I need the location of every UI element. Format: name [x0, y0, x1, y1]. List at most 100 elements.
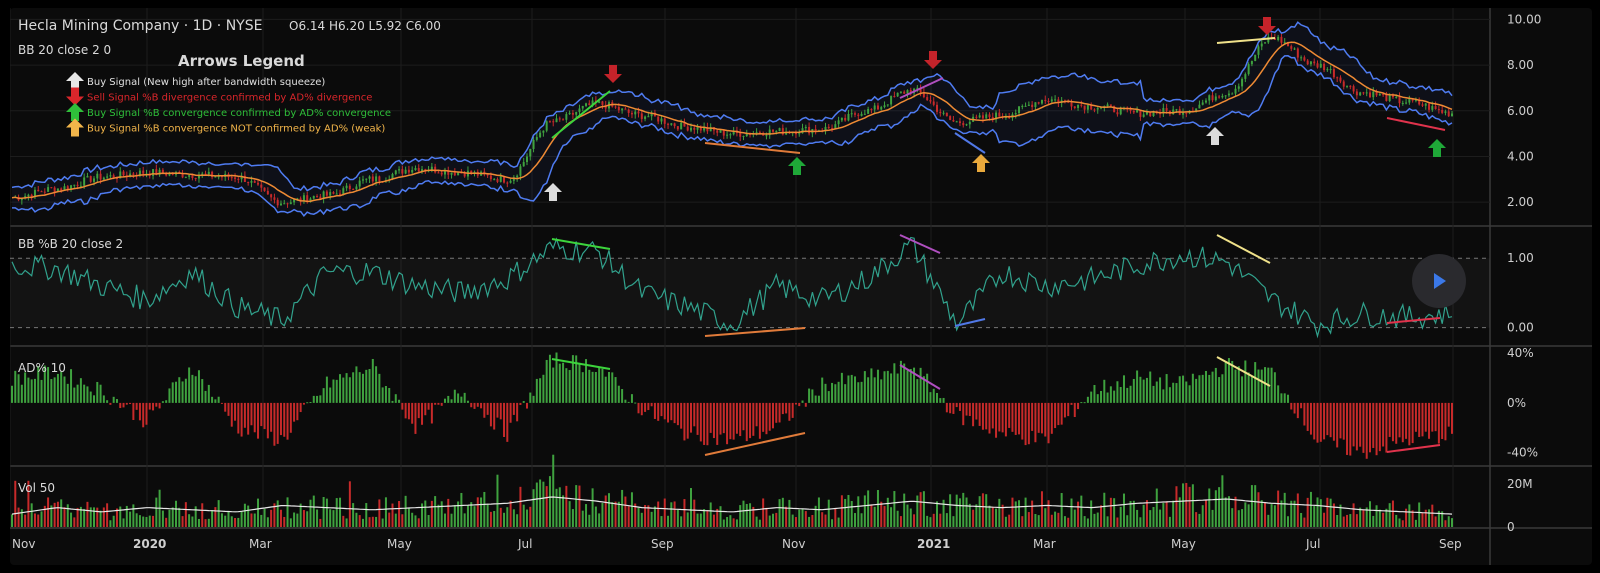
ad-bar: [135, 402, 138, 410]
volume-bar: [424, 500, 427, 527]
volume-bar: [1391, 500, 1394, 527]
ad-bar: [854, 376, 857, 403]
chart-canvas[interactable]: 10.00 8.00 6.00 4.00 2.00 Hecla Mining Compan…: [10, 8, 1592, 565]
ad-bar: [742, 402, 745, 431]
ad-bar: [1149, 371, 1152, 403]
ad-bar: [204, 390, 207, 403]
volume-bar: [745, 503, 748, 527]
price-candle-body: [506, 182, 509, 184]
volume-bar: [470, 502, 473, 527]
price-candle-body: [1329, 69, 1332, 71]
ad-bar: [634, 402, 637, 404]
price-candle-body: [876, 105, 879, 110]
volume-bar: [890, 507, 893, 527]
ad-bar: [207, 384, 210, 403]
ad-bar: [814, 395, 817, 403]
volume-bar: [876, 490, 879, 527]
ad-bar: [348, 377, 351, 403]
ad-bar: [483, 402, 486, 418]
ad-bar: [985, 402, 988, 430]
legend-item-text: Buy Signal %B convergence confirmed by A…: [87, 108, 391, 119]
volume-bar: [1067, 517, 1070, 527]
ad-bar: [972, 402, 975, 427]
volume-bar: [211, 510, 214, 527]
ad-bar: [732, 402, 735, 440]
volume-bar: [525, 509, 528, 527]
buy-green-arrow-icon-shape: [1428, 139, 1446, 157]
price-candle-body: [627, 109, 630, 113]
volume-bar: [1359, 507, 1362, 527]
price-candle-body: [929, 99, 932, 102]
ad-bar: [1132, 378, 1135, 403]
ad-bar: [552, 367, 555, 403]
ad-bar: [184, 378, 187, 403]
volume-bar: [14, 480, 17, 527]
volume-bar: [1109, 497, 1112, 527]
price-tick-label: 2.00: [1507, 195, 1534, 209]
ad-bar: [663, 402, 666, 420]
price-candle-body: [358, 180, 361, 187]
volume-bar: [1428, 509, 1431, 527]
volume-bar: [1139, 517, 1142, 527]
volume-bar: [404, 495, 407, 527]
ad-bar: [109, 402, 112, 405]
price-candle-body: [1093, 109, 1096, 111]
ad-bar: [952, 402, 955, 414]
volume-bar: [975, 504, 978, 527]
price-candle-body: [968, 121, 971, 125]
volume-bar: [831, 519, 834, 527]
ad-bar: [988, 402, 991, 434]
ad-bar: [112, 396, 115, 403]
ad-bar: [1346, 402, 1349, 455]
ad-bar: [384, 385, 387, 403]
volume-bar: [985, 494, 988, 527]
volume-bar: [775, 512, 778, 527]
ad-bar: [667, 402, 670, 423]
play-button[interactable]: [1412, 254, 1466, 308]
price-candle-body: [1080, 104, 1083, 106]
volume-bar: [1329, 498, 1332, 527]
ad-bar: [991, 402, 994, 429]
volume-bar: [726, 517, 729, 527]
price-candle-body: [1339, 77, 1342, 82]
volume-bar: [293, 512, 296, 527]
ad-bar: [611, 372, 614, 403]
ad-bar: [1008, 402, 1011, 428]
volume-bar: [1382, 512, 1385, 527]
legend-arrow-icon: [66, 118, 84, 137]
price-candle-body: [529, 148, 532, 157]
price-candle-body: [50, 187, 53, 189]
volume-bar: [1411, 510, 1414, 527]
price-candle-body: [102, 177, 105, 180]
volume-bar: [96, 507, 99, 527]
price-candle-body: [827, 126, 830, 129]
volume-bar: [548, 476, 551, 527]
volume-bar: [506, 507, 509, 527]
price-candle-body: [1165, 108, 1168, 111]
ad-bar: [480, 402, 483, 409]
volume-bar: [391, 503, 394, 527]
ad-bar: [968, 402, 971, 417]
price-candle-body: [637, 111, 640, 114]
volume-bar: [1063, 516, 1066, 527]
price-candle-body: [837, 120, 840, 125]
price-candle-body: [1132, 110, 1135, 113]
volume-bar: [1100, 505, 1103, 527]
ad-bar: [1286, 394, 1289, 403]
volume-bar: [175, 500, 178, 527]
price-candle-body: [932, 101, 935, 105]
ad-bar: [712, 402, 715, 439]
volume-bar: [70, 512, 73, 527]
volume-bar: [693, 499, 696, 527]
ad-bar: [1119, 386, 1122, 403]
ad-bar: [765, 402, 768, 435]
ad-bar: [801, 400, 804, 403]
ad-bar: [890, 373, 893, 403]
ad-bar: [1247, 372, 1250, 403]
ad-bar: [473, 402, 476, 409]
volume-bar: [735, 519, 738, 527]
ad-bar: [53, 377, 56, 403]
volume-bar: [243, 503, 246, 527]
price-candle-body: [1368, 92, 1371, 98]
ad-bar: [214, 399, 217, 403]
